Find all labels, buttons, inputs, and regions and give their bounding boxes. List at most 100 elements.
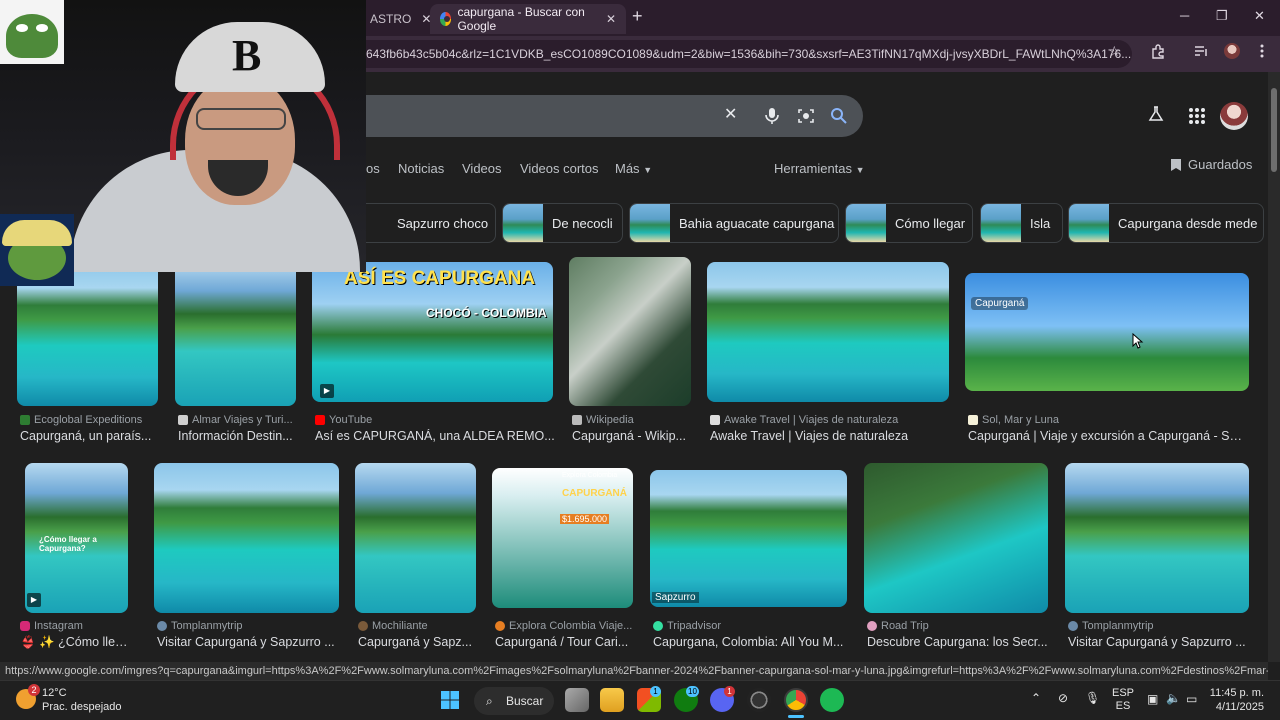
more-menu-icon[interactable] (1254, 43, 1270, 59)
result-title[interactable]: Capurganá | Viaje y excursión a Capurgan… (968, 429, 1248, 443)
extensions-icon[interactable] (1150, 43, 1166, 59)
tab-videos-cortos[interactable]: Videos cortos (520, 161, 599, 176)
result-thumbnail[interactable] (569, 257, 691, 406)
tray-app-icon[interactable]: ⊘ (1058, 691, 1068, 705)
chip-de-necocli[interactable]: De necocli (502, 203, 623, 243)
result-title[interactable]: Capurganá / Tour Cari... (495, 635, 635, 649)
account-avatar[interactable] (1220, 102, 1248, 130)
result-thumbnail[interactable]: ASÍ ES CAPURGANA CHOCÓ - COLOMBIA ▶ (312, 262, 553, 402)
youtube-icon (315, 415, 325, 425)
result-source: Tomplanmytrip (1068, 620, 1154, 632)
search-icon[interactable] (830, 107, 848, 125)
chip-como-llegar[interactable]: Cómo llegar (845, 203, 973, 243)
google-apps-icon[interactable] (1189, 108, 1205, 124)
file-explorer-icon[interactable] (600, 688, 624, 712)
site-favicon-icon (867, 621, 877, 631)
result-source: Sol, Mar y Luna (968, 414, 1059, 426)
chrome-icon[interactable] (784, 688, 808, 712)
close-icon[interactable]: ✕ (606, 12, 616, 26)
result-title[interactable]: Capurganá, un paraís... (20, 429, 160, 443)
tab-noticias[interactable]: Noticias (398, 161, 444, 176)
tab-google-search[interactable]: capurgana - Buscar con Google ✕ (430, 4, 626, 34)
tray-overflow-icon[interactable]: ⌃ (1031, 691, 1041, 705)
weather-widget[interactable]: 12°C Prac. despejado (42, 686, 122, 714)
result-thumbnail[interactable] (355, 463, 476, 613)
chip-bahia-aguacate[interactable]: Bahia aguacate capurgana (629, 203, 839, 243)
pepe-emote-top (0, 0, 64, 64)
scrollbar-thumb[interactable] (1271, 88, 1277, 172)
battery-icon[interactable]: ▭ (1186, 692, 1197, 706)
result-thumbnail[interactable] (864, 463, 1048, 613)
new-tab-button[interactable]: + (632, 6, 643, 27)
chip-label: Isla (1030, 215, 1051, 231)
result-thumbnail[interactable] (175, 262, 296, 406)
voice-search-icon[interactable] (765, 107, 779, 125)
tab-astro[interactable]: ASTRO ✕ (360, 4, 431, 34)
clear-search-icon[interactable]: ✕ (724, 104, 737, 124)
windows-start-icon[interactable] (440, 690, 460, 710)
result-title[interactable]: Visitar Capurganá y Sapzurro ... (1068, 635, 1250, 649)
result-title[interactable]: 👙 ✨ ¿Cómo lleg... (20, 635, 132, 650)
obs-icon[interactable] (747, 688, 771, 712)
labs-flask-icon[interactable] (1148, 106, 1164, 122)
chip-thumbnail (630, 204, 670, 242)
chip-isla[interactable]: Isla (980, 203, 1063, 243)
result-thumbnail[interactable] (707, 262, 949, 402)
minimize-icon[interactable]: ─ (1180, 8, 1189, 23)
source-name: Ecoglobal Expeditions (34, 414, 143, 426)
media-control-icon[interactable] (1193, 43, 1209, 59)
chip-sapzurro-choco[interactable]: Sapzurro choco (346, 203, 496, 243)
source-name: Sol, Mar y Luna (982, 414, 1060, 426)
language-indicator[interactable]: ESP ES (1112, 687, 1134, 713)
chip-label: Sapzurro choco (397, 215, 489, 231)
task-view-icon[interactable] (565, 688, 589, 712)
result-thumbnail[interactable]: Sapzurro (650, 470, 847, 607)
address-bar[interactable]: 643fb6b43c5b04c&rlz=1C1VDKB_esCO1089CO10… (340, 40, 1132, 68)
taskbar-clock[interactable]: 11:45 p. m. 4/11/2025 (1206, 686, 1264, 714)
result-title[interactable]: Información Destin... (178, 429, 302, 443)
result-thumbnail[interactable]: Capurganá (965, 273, 1249, 391)
mouse-cursor-icon (1132, 333, 1144, 349)
saved-label: Guardados (1188, 157, 1253, 172)
tab-mas[interactable]: Más ▼ (615, 161, 652, 176)
source-name: Mochiliante (372, 620, 428, 632)
lens-search-icon[interactable] (797, 107, 815, 125)
tools-button[interactable]: Herramientas ▼ (774, 161, 865, 176)
tab-todos[interactable]: os (366, 161, 380, 176)
profile-avatar[interactable] (1224, 43, 1240, 59)
result-thumbnail[interactable] (154, 463, 339, 613)
result-title[interactable]: Visitar Capurganá y Sapzurro ... (157, 635, 337, 649)
chip-thumbnail (1069, 204, 1109, 242)
tab-videos[interactable]: Videos (462, 161, 502, 176)
result-title[interactable]: Descubre Capurgana: los Secr... (867, 635, 1051, 649)
window-close-icon[interactable]: ✕ (1254, 8, 1265, 24)
search-icon: ⌕ (486, 694, 493, 708)
bookmark-icon (1171, 158, 1181, 171)
result-title[interactable]: Capurganá - Wikip... (572, 429, 690, 443)
result-title[interactable]: Awake Travel | Viajes de naturaleza (710, 429, 950, 443)
tab-label: Más (615, 161, 640, 176)
saved-button[interactable]: Guardados (1170, 157, 1252, 172)
chip-thumbnail (981, 204, 1021, 242)
taskbar-search[interactable]: ⌕ Buscar (474, 687, 554, 715)
chip-label: Cómo llegar (895, 215, 966, 231)
result-title[interactable]: Así es CAPURGANÁ, una ALDEA REMO... (315, 429, 555, 443)
site-favicon-icon (1068, 621, 1078, 631)
microphone-icon[interactable]: 🎙 (1085, 691, 1100, 705)
restore-icon[interactable]: ❐ (1216, 8, 1228, 24)
tab-label: capurgana - Buscar con Google (457, 5, 585, 33)
result-title[interactable]: Capurganá y Sapz... (358, 635, 478, 649)
bookmark-star-icon[interactable]: ☆ (1108, 43, 1121, 60)
chip-capurgana-desde-medellin[interactable]: Capurgana desde mede (1068, 203, 1264, 243)
clock-time: 11:45 p. m. (1209, 687, 1264, 699)
volume-icon[interactable]: 🔈 (1166, 691, 1181, 705)
result-thumbnail[interactable] (1065, 463, 1249, 613)
result-thumbnail[interactable]: ¿Cómo llegar a Capurgana? ▶ (25, 463, 128, 613)
result-thumbnail[interactable]: Explora Colombia CAPURGANÁ $1.695.000 (492, 468, 633, 608)
poster-price: $1.695.000 (560, 514, 610, 524)
thumbnail-overlay-title: ASÍ ES CAPURGANA (344, 268, 536, 289)
network-icon[interactable]: ▣ (1147, 692, 1158, 706)
result-title[interactable]: Capurgana, Colombia: All You M... (653, 635, 848, 649)
result-source: YouTube (315, 414, 372, 426)
spotify-icon[interactable] (820, 688, 844, 712)
